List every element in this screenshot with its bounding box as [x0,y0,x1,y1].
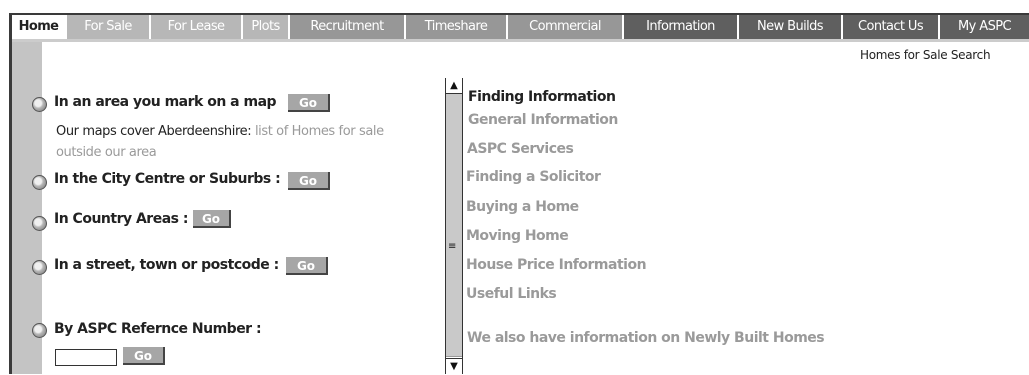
tab-for-lease[interactable]: For Lease [151,15,241,39]
option-map-label: In an area you mark on a map [54,94,277,110]
map-coverage-note: Our maps cover Aberdeenshire: list of Ho… [56,121,416,163]
map-coverage-text: Our maps cover Aberdeenshire: [56,124,255,139]
scroll-down-arrow-icon[interactable]: ▼ [446,358,462,374]
info-scrollbar[interactable]: ▲ ≡ ▼ [445,78,463,374]
tab-commercial[interactable]: Commercial [508,15,622,39]
tab-contact-us[interactable]: Contact Us [843,15,938,39]
info-link-finding-a-solicitor[interactable]: Finding a Solicitor [466,169,601,185]
info-link-moving-home[interactable]: Moving Home [466,228,569,244]
tab-recruitment[interactable]: Recruitment [290,15,404,39]
info-link-useful-links[interactable]: Useful Links [466,286,557,302]
radio-bullet-icon[interactable] [32,97,47,112]
main-nav: Home For Sale For Lease Plots Recruitmen… [12,15,1029,39]
option-street-label: In a street, town or postcode : [54,257,279,273]
tab-for-sale[interactable]: For Sale [67,15,149,39]
radio-bullet-icon[interactable] [32,175,47,190]
top-margin [0,0,1029,13]
radio-bullet-icon[interactable] [32,216,47,231]
country-go-button[interactable]: Go [193,210,231,228]
info-link-general-information[interactable]: General Information [468,112,618,128]
tab-plots[interactable]: Plots [243,15,288,39]
grip-lines-icon: ≡ [448,241,457,252]
option-city-label: In the City Centre or Suburbs : [54,171,281,187]
reference-number-input[interactable] [55,349,117,366]
tab-information[interactable]: Information [624,15,737,39]
homes-for-sale-search-link[interactable]: Homes for Sale Search [860,48,991,62]
nav-underbar [12,39,1029,42]
info-heading: Finding Information [468,89,616,105]
tab-my-aspc[interactable]: My ASPC [940,15,1029,39]
info-link-aspc-services[interactable]: ASPC Services [467,141,574,157]
info-link-house-price-information[interactable]: House Price Information [466,257,647,273]
info-link-newly-built-homes[interactable]: We also have information on Newly Built … [467,330,825,346]
scroll-up-arrow-icon[interactable]: ▲ [446,78,462,94]
city-go-button[interactable]: Go [288,172,330,190]
map-go-button[interactable]: Go [288,94,330,112]
street-go-button[interactable]: Go [286,257,328,275]
reference-go-button[interactable]: Go [123,347,165,365]
radio-bullet-icon[interactable] [32,323,47,338]
tab-home[interactable]: Home [12,15,65,39]
tab-timeshare[interactable]: Timeshare [406,15,506,39]
scroll-thumb[interactable]: ≡ [446,94,462,357]
tab-new-builds[interactable]: New Builds [739,15,841,39]
info-link-buying-a-home[interactable]: Buying a Home [466,199,579,215]
option-country-label: In Country Areas : [54,211,188,227]
option-reference-label: By ASPC Refernce Number : [54,321,262,337]
radio-bullet-icon[interactable] [32,260,47,275]
